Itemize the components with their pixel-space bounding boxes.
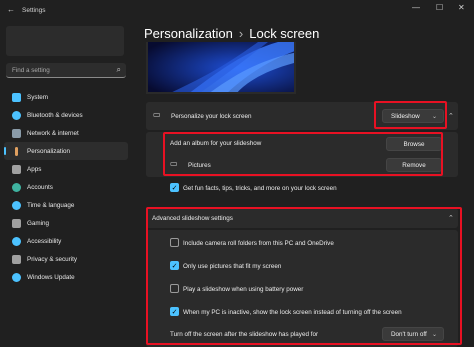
search-placeholder: Find a setting: [12, 67, 50, 74]
sidebar-item-label: Gaming: [27, 219, 50, 227]
back-arrow-icon[interactable]: ←: [7, 5, 15, 14]
search-icon: ⌕: [116, 65, 121, 74]
fun-facts-label: Get fun facts, tips, tricks, and more on…: [183, 185, 337, 192]
bluetooth-icon: [12, 110, 21, 120]
fun-facts-row: ✓ Get fun facts, tips, tricks, and more …: [146, 179, 458, 197]
sidebar-item-accessibility[interactable]: Accessibility: [4, 232, 128, 250]
sidebar-item-system[interactable]: System: [4, 88, 128, 106]
monitor-icon: [12, 92, 21, 102]
sidebar-nav: System Bluetooth & devices Network & int…: [4, 88, 128, 286]
person-icon: [12, 182, 21, 192]
shield-icon: [12, 254, 21, 264]
accessibility-icon: [12, 236, 21, 246]
lock-screen-preview: [146, 42, 296, 94]
highlight-dropdown-box: [374, 101, 447, 129]
search-input[interactable]: Find a setting ⌕: [6, 63, 126, 78]
apps-icon: [12, 164, 21, 174]
sidebar-item-network[interactable]: Network & internet: [4, 124, 128, 142]
sidebar-item-bluetooth[interactable]: Bluetooth & devices: [4, 106, 128, 124]
sidebar-item-apps[interactable]: Apps: [4, 160, 128, 178]
personalize-lockscreen-label: Personalize your lock screen: [171, 113, 252, 120]
display-icon: ▭: [153, 110, 161, 119]
breadcrumb-page: Lock screen: [249, 26, 320, 41]
sidebar-item-label: Time & language: [27, 201, 75, 209]
brush-icon: [15, 146, 18, 156]
title-bar: ← Settings — ☐ ✕: [0, 0, 474, 22]
sidebar-item-windows-update[interactable]: Windows Update: [4, 268, 128, 286]
highlight-album-box: [163, 132, 443, 176]
breadcrumb-separator: ›: [238, 26, 244, 41]
sidebar-item-label: Apps: [27, 165, 42, 173]
sidebar-item-label: Personalization: [27, 147, 71, 155]
breadcrumb-section[interactable]: Personalization: [144, 26, 233, 41]
sidebar-item-label: Bluetooth & devices: [27, 111, 83, 119]
close-icon[interactable]: ✕: [458, 3, 465, 12]
page-title: Personalization › Lock screen: [144, 26, 319, 41]
update-icon: [12, 272, 21, 282]
gamepad-icon: [12, 218, 21, 228]
sidebar-item-label: Accessibility: [27, 237, 62, 245]
sidebar-item-label: Network & internet: [27, 129, 79, 137]
sidebar-item-label: Privacy & security: [27, 255, 78, 263]
chevron-up-icon[interactable]: ⌃: [448, 112, 454, 120]
sidebar-item-label: Accounts: [27, 183, 53, 191]
maximize-icon[interactable]: ☐: [436, 3, 443, 12]
globe-icon: [12, 200, 21, 210]
sidebar-item-personalization[interactable]: Personalization: [4, 142, 128, 160]
wifi-icon: [12, 128, 21, 138]
sidebar-item-accounts[interactable]: Accounts: [4, 178, 128, 196]
user-profile-card[interactable]: [6, 26, 124, 56]
fun-facts-checkbox[interactable]: ✓: [170, 183, 179, 192]
sidebar-item-label: Windows Update: [27, 273, 75, 281]
sidebar-item-gaming[interactable]: Gaming: [4, 214, 128, 232]
wallpaper-bloom-image: [148, 42, 294, 92]
sidebar-item-time-language[interactable]: Time & language: [4, 196, 128, 214]
minimize-icon[interactable]: —: [412, 3, 420, 12]
highlight-advanced-box: [146, 207, 462, 345]
sidebar-item-privacy[interactable]: Privacy & security: [4, 250, 128, 268]
sidebar-item-label: System: [27, 93, 48, 101]
app-title: Settings: [22, 7, 46, 14]
